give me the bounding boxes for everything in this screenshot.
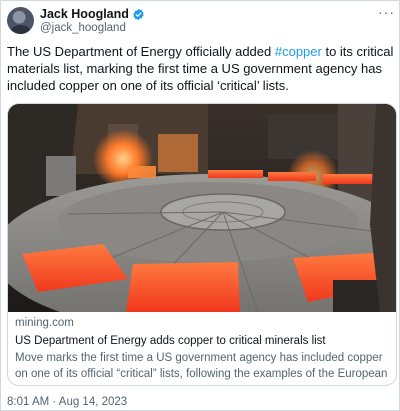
tweet-text-part-1: The US Department of Energy officially a… bbox=[7, 44, 275, 59]
avatar[interactable] bbox=[7, 7, 34, 34]
tweet-header: Jack Hoogland @jack_hoogland ··· bbox=[7, 5, 395, 37]
card-domain[interactable]: mining.com bbox=[15, 316, 389, 331]
smelter-image[interactable] bbox=[8, 104, 396, 312]
card-title[interactable]: US Department of Energy adds copper to c… bbox=[15, 333, 389, 349]
card-meta: mining.com US Department of Energy adds … bbox=[8, 316, 396, 385]
author-names: Jack Hoogland @jack_hoogland bbox=[40, 7, 145, 35]
tweet-timestamp[interactable]: 8:01 AM · Aug 14, 2023 bbox=[7, 396, 127, 408]
display-name-row[interactable]: Jack Hoogland bbox=[40, 7, 145, 21]
card-description[interactable]: Move marks the first time a US governmen… bbox=[15, 350, 389, 385]
display-name[interactable]: Jack Hoogland bbox=[40, 7, 129, 21]
verified-badge-icon[interactable] bbox=[132, 8, 145, 21]
tweet-container: Jack Hoogland @jack_hoogland ··· The US … bbox=[0, 0, 400, 411]
more-options-icon[interactable]: ··· bbox=[378, 5, 395, 19]
link-card[interactable]: mining.com US Department of Energy adds … bbox=[7, 103, 397, 386]
author-handle[interactable]: @jack_hoogland bbox=[40, 21, 145, 35]
hashtag-link[interactable]: #copper bbox=[275, 44, 322, 59]
tweet-text: The US Department of Energy officially a… bbox=[7, 43, 397, 94]
